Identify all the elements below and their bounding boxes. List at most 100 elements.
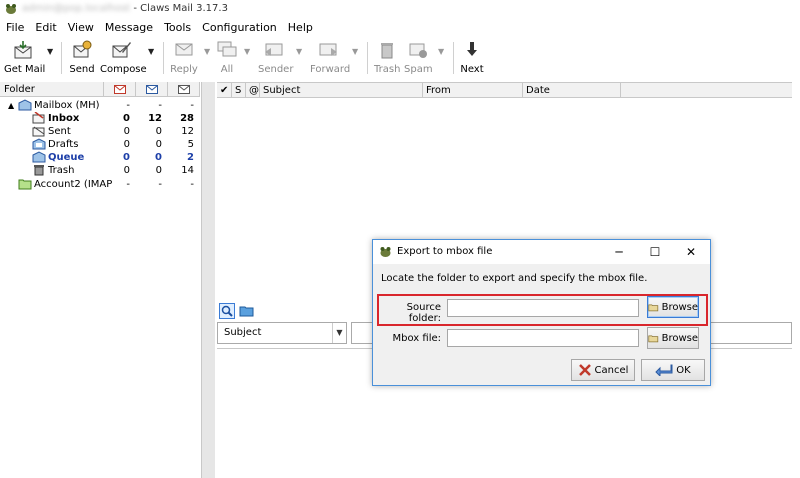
folder-open-icon xyxy=(648,334,659,342)
window-title: admin@pop.localhost - Claws Mail 3.17.3 xyxy=(22,3,228,14)
spam-dropdown-icon[interactable]: ▼ xyxy=(438,48,446,56)
sender-dropdown-icon[interactable]: ▼ xyxy=(296,48,304,56)
folder-row-queue[interactable]: Queue 0 0 2 xyxy=(0,151,200,164)
claws-mail-icon xyxy=(6,4,16,14)
folder-row-drafts[interactable]: Drafts 0 0 5 xyxy=(0,138,200,151)
next-arrow-icon xyxy=(467,42,477,56)
reply-dropdown-icon[interactable]: ▼ xyxy=(204,48,212,56)
send-button[interactable]: Send xyxy=(68,40,96,78)
expander-triangle-icon[interactable]: ▲ xyxy=(8,99,14,112)
total-column-header[interactable] xyxy=(168,82,200,97)
new-count: 0 xyxy=(123,165,130,176)
total-count: 12 xyxy=(181,126,194,137)
toolbar-separator xyxy=(163,42,164,74)
menu-tools[interactable]: Tools xyxy=(164,21,191,34)
folder-column-header[interactable]: Folder xyxy=(0,82,104,97)
attachment-column-header[interactable]: @ xyxy=(246,83,260,98)
forward-label: Forward xyxy=(310,64,351,75)
reply-sender-icon xyxy=(265,43,283,56)
menu-bar: File Edit View Message Tools Configurati… xyxy=(0,18,800,36)
reply-label: Reply xyxy=(170,64,198,75)
close-icon[interactable]: ✕ xyxy=(683,244,699,260)
toolbar-separator xyxy=(61,42,62,74)
search-toggle-button[interactable] xyxy=(219,303,235,319)
new-count: 0 xyxy=(123,139,130,150)
mbox-file-label: Mbox file: xyxy=(392,333,441,344)
folder-row-mailbox[interactable]: ▲ Mailbox (MH) - - - xyxy=(0,99,200,112)
minimize-icon[interactable]: ─ xyxy=(611,244,627,260)
total-count: 28 xyxy=(180,113,194,124)
unread-mail-icon xyxy=(146,85,158,94)
folder-row-sent[interactable]: Sent 0 0 12 xyxy=(0,125,200,138)
folder-row-trash[interactable]: Trash 0 0 14 xyxy=(0,164,200,177)
folder-row-account2[interactable]: Account2 (IMAP - - - xyxy=(0,178,200,191)
get-mail-label: Get Mail xyxy=(4,64,46,75)
forward-button[interactable]: Forward xyxy=(310,40,351,78)
reply-all-button[interactable]: All xyxy=(216,40,238,78)
pane-splitter[interactable] xyxy=(202,82,215,478)
drafts-icon xyxy=(32,138,46,150)
get-mail-button[interactable]: Get Mail xyxy=(4,40,46,78)
mbox-browse-button[interactable]: Browse xyxy=(647,327,699,349)
trash-folder-icon xyxy=(34,165,44,176)
reply-button[interactable]: Reply xyxy=(170,40,198,78)
reply-sender-button[interactable]: Sender xyxy=(258,40,293,78)
source-browse-button[interactable]: Browse xyxy=(647,296,699,318)
menu-view[interactable]: View xyxy=(68,21,94,34)
check-column-header[interactable]: ✔ xyxy=(217,83,232,98)
toolbar: Get Mail ▼ Send Compose ▼ Reply ▼ All ▼ … xyxy=(0,36,800,81)
window-title-suffix: - Claws Mail 3.17.3 xyxy=(130,3,228,14)
browse-label: Browse xyxy=(661,332,698,344)
from-column-header[interactable]: From xyxy=(423,83,523,98)
new-count: 0 xyxy=(123,113,130,124)
mbox-file-input[interactable] xyxy=(447,329,639,347)
spam-label: Spam xyxy=(404,64,433,75)
maximize-icon[interactable]: ☐ xyxy=(647,244,663,260)
get-mail-dropdown-icon[interactable]: ▼ xyxy=(47,48,55,56)
compose-dropdown-icon[interactable]: ▼ xyxy=(148,48,156,56)
sent-icon xyxy=(32,126,45,137)
new-count: - xyxy=(126,100,130,111)
menu-configuration[interactable]: Configuration xyxy=(202,21,277,34)
toolbar-separator xyxy=(367,42,368,74)
reply-all-dropdown-icon[interactable]: ▼ xyxy=(244,48,252,56)
account-name: admin@pop.localhost xyxy=(22,3,131,14)
new-count: 0 xyxy=(123,126,130,137)
subject-column-header[interactable]: Subject xyxy=(260,83,423,98)
compose-icon xyxy=(112,42,131,58)
unread-column-header[interactable] xyxy=(136,82,168,97)
spam-button[interactable]: Spam xyxy=(404,40,433,78)
source-folder-input[interactable] xyxy=(447,299,639,317)
next-button[interactable]: Next xyxy=(460,40,484,78)
source-folder-label: Source folder: xyxy=(406,302,441,324)
ok-button[interactable]: OK xyxy=(641,359,705,381)
export-mbox-dialog: Export to mbox file ─ ☐ ✕ Locate the fol… xyxy=(372,239,711,386)
menu-edit[interactable]: Edit xyxy=(35,21,56,34)
folder-name: Inbox xyxy=(48,113,80,124)
cancel-button[interactable]: Cancel xyxy=(571,359,635,381)
compose-button[interactable]: Compose xyxy=(100,40,147,78)
reply-all-icon xyxy=(217,41,237,57)
date-column-header[interactable]: Date xyxy=(523,83,621,98)
forward-dropdown-icon[interactable]: ▼ xyxy=(352,48,360,56)
status-column-header[interactable]: S xyxy=(232,83,246,98)
cancel-label: Cancel xyxy=(594,364,629,376)
unread-count: - xyxy=(158,100,162,111)
unread-count: 0 xyxy=(155,152,162,163)
folder-icon[interactable] xyxy=(239,304,255,318)
folder-pane: Folder ▲ Mailbox (MH) - - - Inbox 0 12 2… xyxy=(0,82,202,478)
enter-arrow-icon xyxy=(655,364,673,376)
search-type-select[interactable]: Subject ▼ xyxy=(217,322,347,344)
total-count: 5 xyxy=(187,139,194,150)
send-icon xyxy=(73,40,92,58)
folder-row-inbox[interactable]: Inbox 0 12 28 xyxy=(0,112,200,125)
menu-file[interactable]: File xyxy=(6,21,24,34)
unread-count: 0 xyxy=(155,126,162,137)
total-count: - xyxy=(190,179,194,190)
new-column-header[interactable] xyxy=(104,82,136,97)
forward-icon xyxy=(319,43,337,56)
trash-button[interactable]: Trash xyxy=(374,40,400,78)
imap-folder-icon xyxy=(18,179,32,190)
menu-message[interactable]: Message xyxy=(105,21,153,34)
menu-help[interactable]: Help xyxy=(288,21,313,34)
